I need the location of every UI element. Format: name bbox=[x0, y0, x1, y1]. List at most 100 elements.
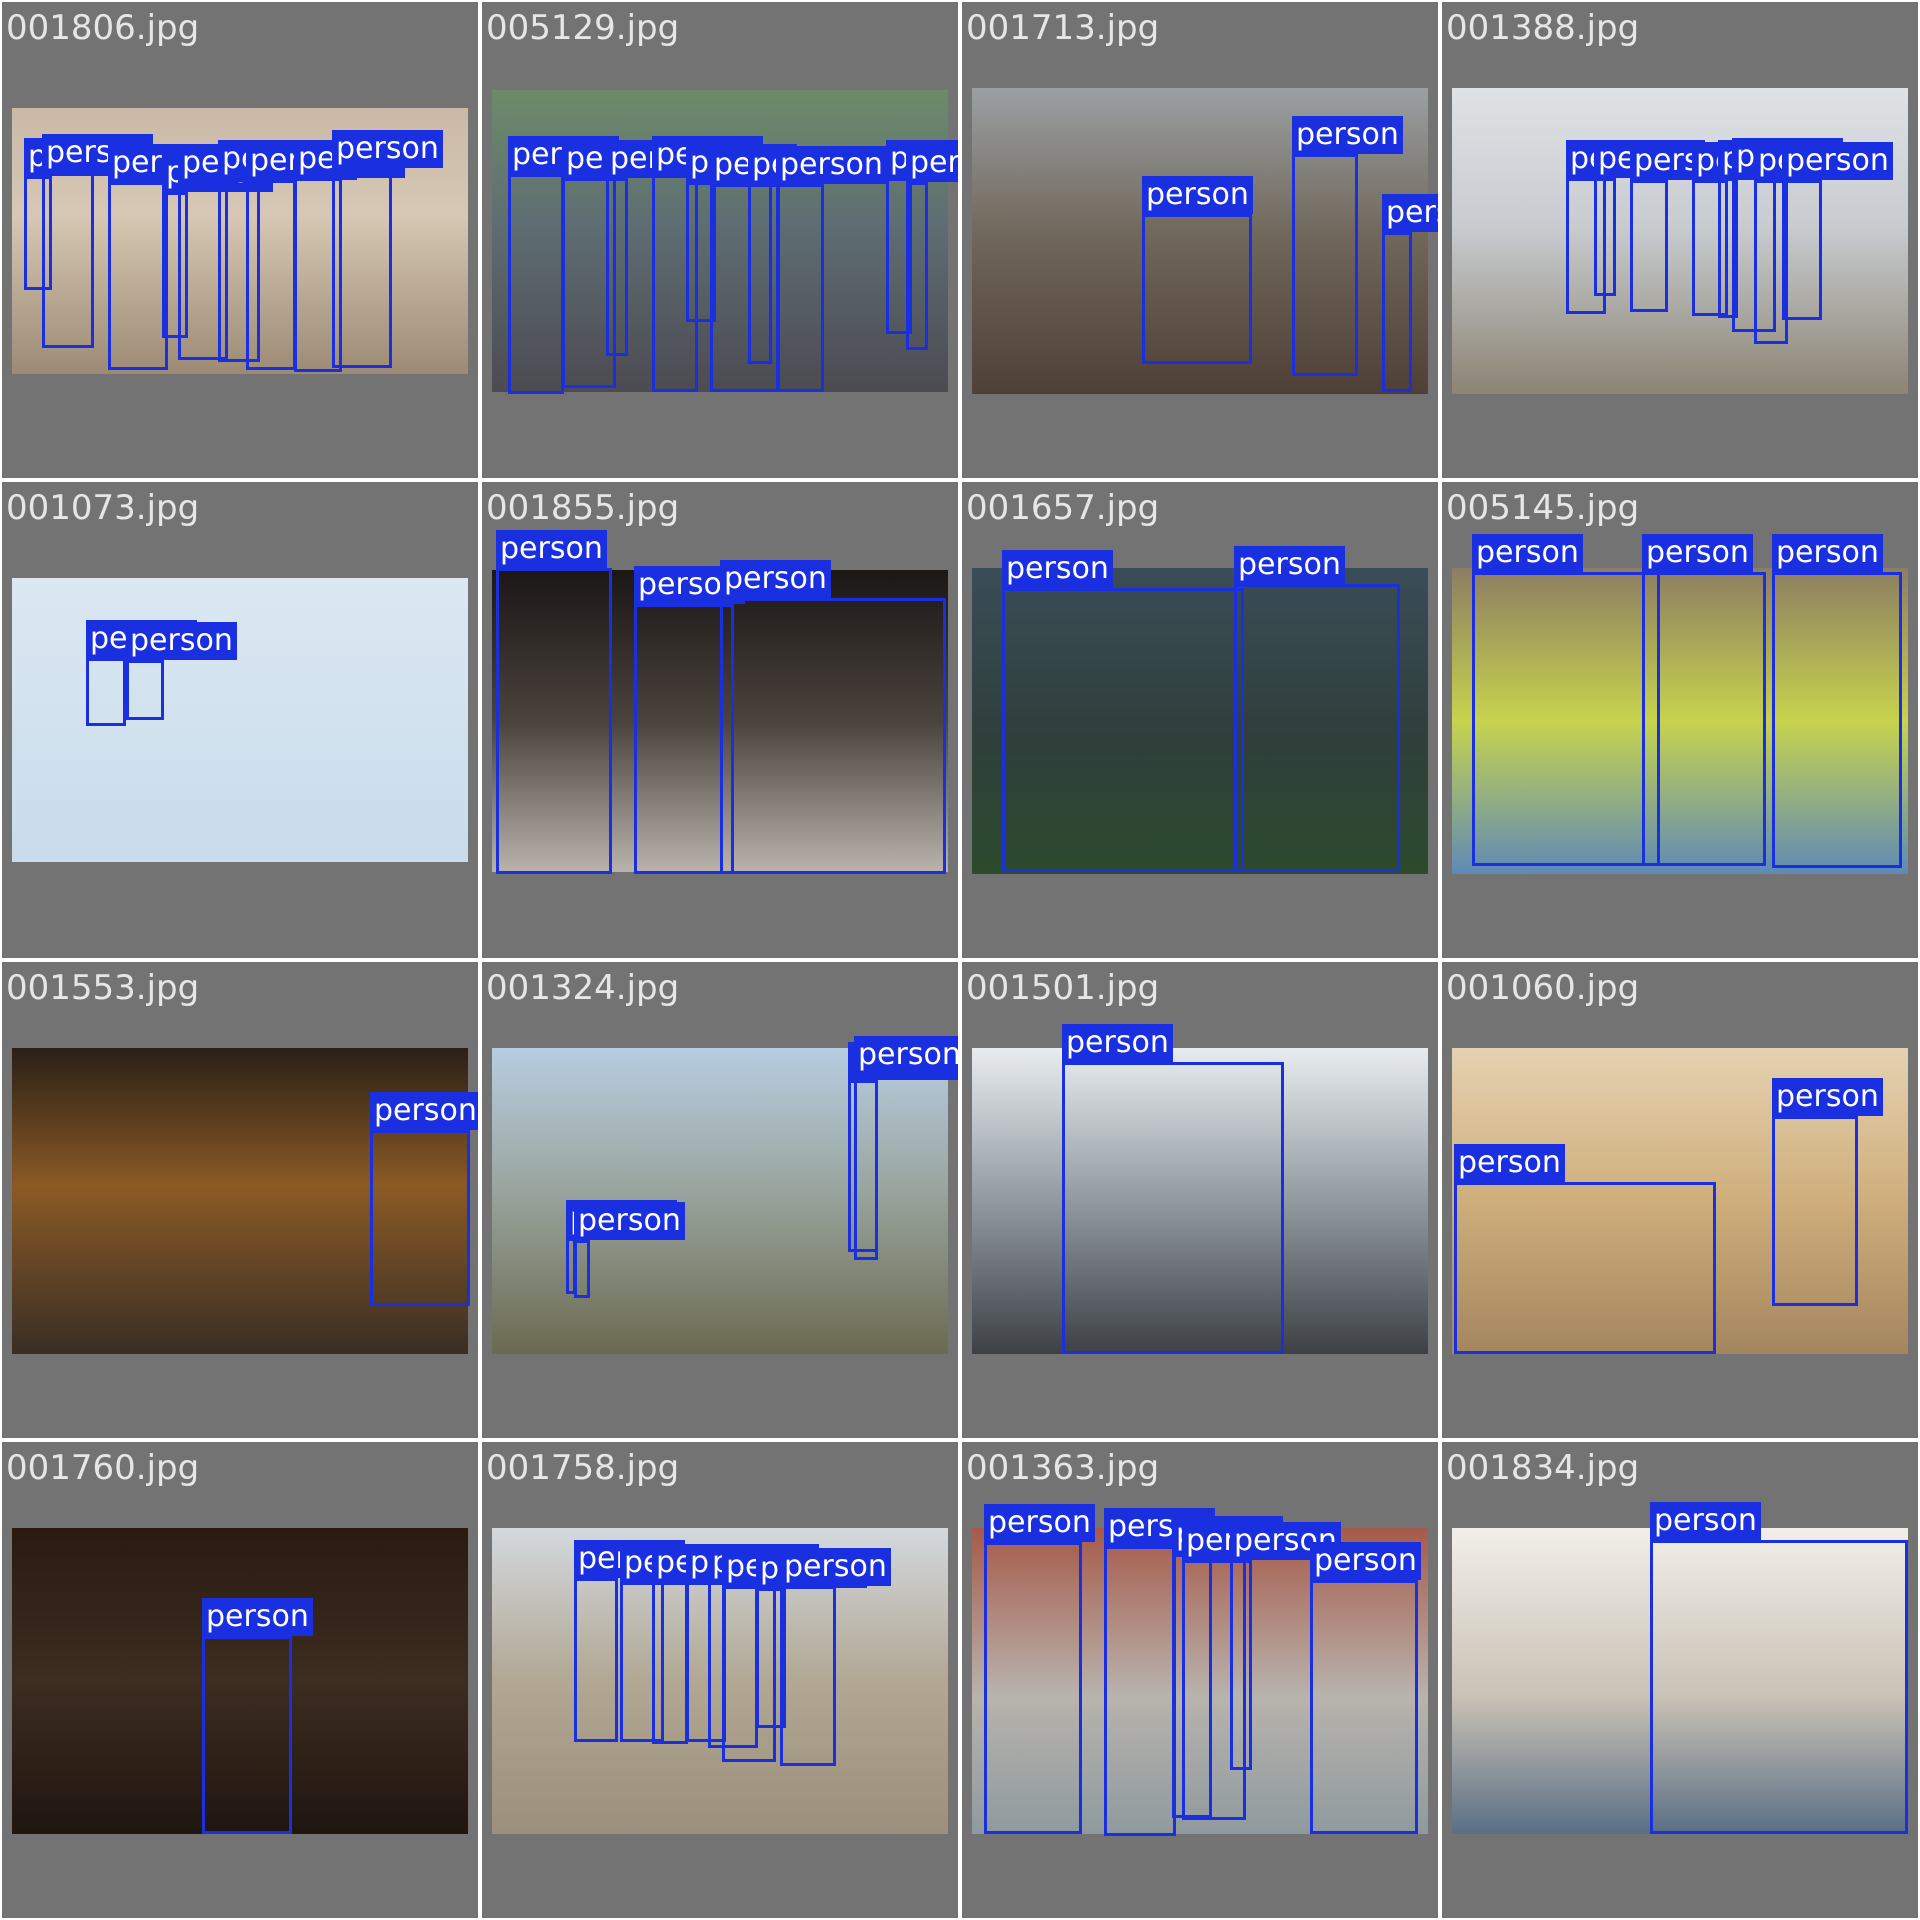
mosaic-tile: 005145.jpg person person person bbox=[1442, 482, 1918, 958]
detection-box bbox=[496, 568, 612, 874]
tile-filename: 001758.jpg bbox=[486, 1448, 680, 1488]
detection-box bbox=[508, 174, 564, 394]
detection-box bbox=[42, 172, 94, 348]
tile-filename: 001806.jpg bbox=[6, 8, 200, 48]
mosaic-tile: 001060.jpg person person bbox=[1442, 962, 1918, 1438]
tile-filename: 001073.jpg bbox=[6, 488, 200, 528]
detection-label: person bbox=[1292, 116, 1403, 154]
tile-filename: 001388.jpg bbox=[1446, 8, 1640, 48]
detection-box bbox=[1472, 572, 1660, 866]
detection-box bbox=[108, 182, 168, 370]
detection-box bbox=[1594, 178, 1616, 296]
mosaic-tile: 001363.jpgpersonpersonpersonpersonperson… bbox=[962, 1442, 1438, 1918]
mosaic-tile: 001324.jpgpersonpersonpersonperson bbox=[482, 962, 958, 1438]
detection-box bbox=[780, 1586, 836, 1766]
detection-box bbox=[606, 178, 628, 356]
detection-box bbox=[1062, 1062, 1284, 1354]
detection-label: person bbox=[854, 1036, 958, 1074]
detection-label: person bbox=[1772, 1078, 1883, 1116]
detection-mosaic: 001806.jpg person person person person person… bbox=[0, 0, 1920, 1920]
detection-box bbox=[652, 1582, 688, 1744]
detection-label: person bbox=[1062, 1024, 1173, 1062]
tile-filename: 005129.jpg bbox=[486, 8, 680, 48]
detection-box bbox=[1650, 1540, 1908, 1834]
mosaic-tile: 001553.jpg person bbox=[2, 962, 478, 1438]
detection-label: person bbox=[1782, 142, 1893, 180]
detection-box bbox=[246, 180, 296, 370]
detection-box bbox=[1782, 180, 1822, 320]
tile-filename: 001060.jpg bbox=[1446, 968, 1640, 1008]
detection-box bbox=[634, 604, 734, 874]
tile-filename: 001760.jpg bbox=[6, 1448, 200, 1488]
tile-filename: 001501.jpg bbox=[966, 968, 1160, 1008]
tile-filename: 001855.jpg bbox=[486, 488, 680, 528]
tile-photo bbox=[492, 1048, 948, 1354]
detection-label: person bbox=[1382, 194, 1438, 232]
detection-box bbox=[1772, 572, 1902, 868]
detection-box bbox=[574, 1578, 618, 1742]
detection-box bbox=[1772, 1116, 1858, 1306]
tile-filename: 001834.jpg bbox=[1446, 1448, 1640, 1488]
mosaic-tile: 001388.jpgpersonpersonpersonpersonperson… bbox=[1442, 2, 1918, 478]
detection-box bbox=[1382, 232, 1412, 392]
mosaic-tile: 001657.jpg person person bbox=[962, 482, 1438, 958]
mosaic-tile: 001713.jpg person person person bbox=[962, 2, 1438, 478]
detection-label: person bbox=[1234, 546, 1345, 584]
detection-box bbox=[1292, 154, 1358, 376]
tile-filename: 001363.jpg bbox=[966, 1448, 1160, 1488]
detection-box bbox=[906, 182, 928, 350]
detection-label: person bbox=[1650, 1502, 1761, 1540]
detection-label: person bbox=[1310, 1542, 1421, 1580]
tile-photo bbox=[1452, 88, 1908, 394]
tile-filename: 001713.jpg bbox=[966, 8, 1160, 48]
detection-label: person bbox=[370, 1092, 478, 1130]
mosaic-tile: 001855.jpg person person person bbox=[482, 482, 958, 958]
detection-label: person bbox=[1002, 550, 1113, 588]
detection-label: person bbox=[332, 130, 443, 168]
detection-label: person bbox=[906, 144, 958, 182]
tile-filename: 001324.jpg bbox=[486, 968, 680, 1008]
tile-filename: 005145.jpg bbox=[1446, 488, 1640, 528]
detection-box bbox=[574, 1240, 590, 1298]
detection-box bbox=[1630, 180, 1668, 312]
detection-box bbox=[984, 1542, 1082, 1834]
detection-label: person bbox=[984, 1504, 1095, 1542]
detection-box bbox=[126, 660, 164, 720]
detection-box bbox=[854, 1074, 878, 1260]
mosaic-tile: 001073.jpgpersonperson bbox=[2, 482, 478, 958]
detection-box bbox=[86, 658, 126, 726]
detection-label: person bbox=[1472, 534, 1583, 572]
detection-box bbox=[1310, 1580, 1418, 1834]
detection-box bbox=[202, 1636, 292, 1834]
detection-box bbox=[720, 598, 946, 874]
detection-label: person bbox=[720, 560, 831, 598]
detection-label: person bbox=[780, 1548, 891, 1586]
mosaic-tile: 001806.jpgpersonpersonpersonpersonperson… bbox=[2, 2, 478, 478]
detection-box bbox=[332, 168, 392, 368]
tile-filename: 001553.jpg bbox=[6, 968, 200, 1008]
detection-label: person bbox=[776, 146, 887, 184]
mosaic-tile: 005129.jpgpersonpersonpersonpersonperson… bbox=[482, 2, 958, 478]
tile-photo bbox=[12, 578, 468, 862]
detection-box bbox=[370, 1130, 470, 1306]
mosaic-tile: 001758.jpgpersonpersonpersonpersonperson… bbox=[482, 1442, 958, 1918]
detection-box bbox=[1642, 572, 1766, 866]
detection-box bbox=[1234, 584, 1400, 872]
detection-label: person bbox=[1142, 176, 1253, 214]
detection-box bbox=[1002, 588, 1244, 872]
detection-box bbox=[1104, 1546, 1176, 1836]
detection-box bbox=[1230, 1560, 1252, 1770]
detection-label: person bbox=[1642, 534, 1753, 572]
detection-label: person bbox=[574, 1202, 685, 1240]
detection-box bbox=[776, 184, 824, 392]
detection-label: person bbox=[1454, 1144, 1565, 1182]
detection-label: person bbox=[1772, 534, 1883, 572]
detection-box bbox=[1142, 214, 1252, 364]
mosaic-tile: 001760.jpg person bbox=[2, 1442, 478, 1918]
mosaic-tile: 001834.jpg person bbox=[1442, 1442, 1918, 1918]
detection-label: person bbox=[496, 530, 607, 568]
detection-box bbox=[1454, 1182, 1716, 1354]
detection-box bbox=[748, 184, 772, 364]
tile-filename: 001657.jpg bbox=[966, 488, 1160, 528]
detection-label: person bbox=[126, 622, 237, 660]
